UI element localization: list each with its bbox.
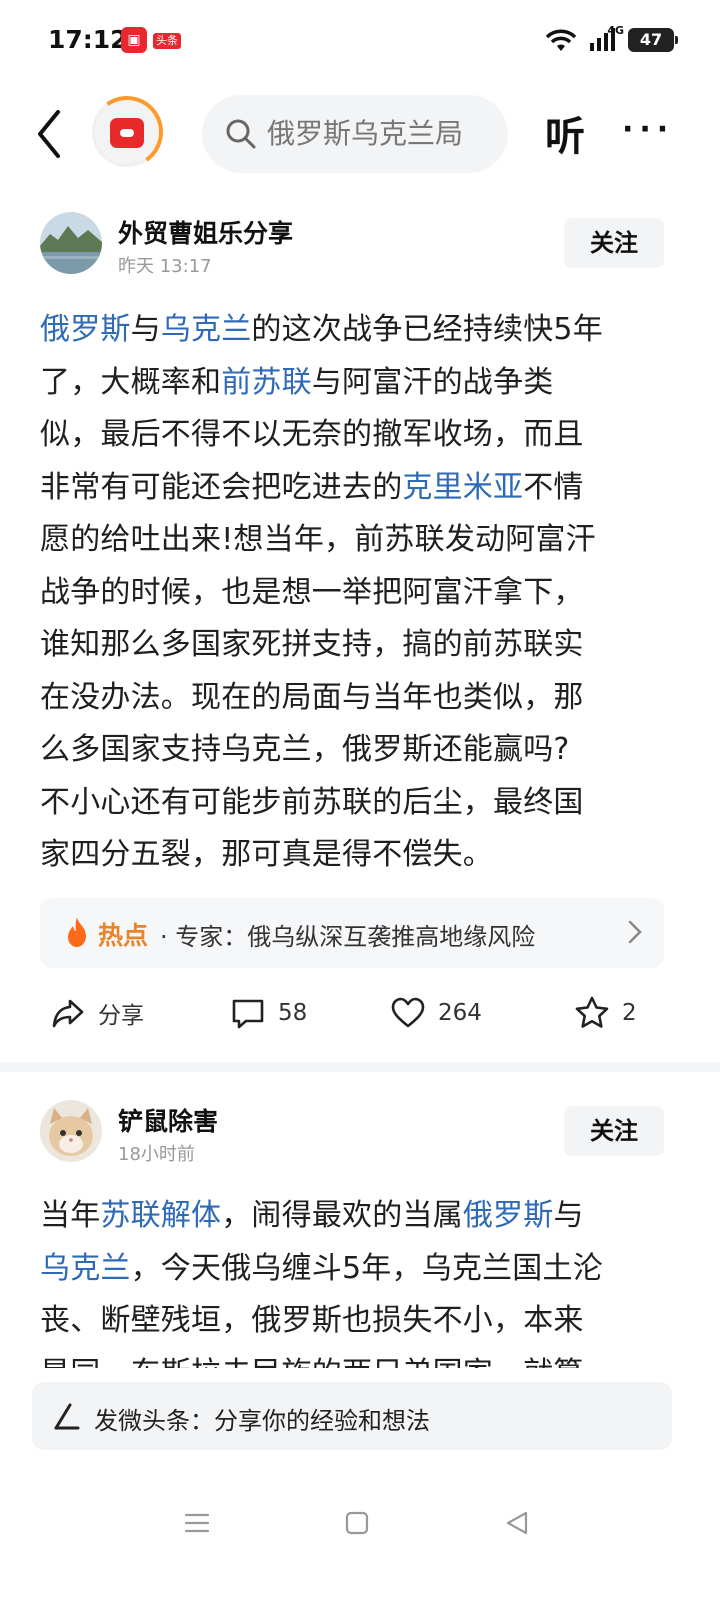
pen-icon — [54, 1403, 80, 1430]
post-text-segment: ，今天俄乌缠斗5年，乌克兰国土沦 — [130, 1250, 603, 1286]
keyword-link[interactable]: 乌克兰 — [40, 1251, 131, 1286]
post-line: 当年苏联解体，闹得最欢的当属俄罗斯与 — [40, 1190, 680, 1243]
post-text-segment: 丧、断壁残垣，俄罗斯也损失不小，本来 — [40, 1303, 584, 1338]
author-name[interactable]: 铲鼠除害 — [118, 1102, 218, 1138]
post-text-segment: ，闹得最欢的当属 — [221, 1198, 463, 1233]
post-body[interactable]: 当年苏联解体，闹得最欢的当属俄罗斯与 乌克兰，今天俄乌缠斗5年，乌克兰国土沦 丧、断… — [40, 1190, 680, 1368]
post-line: 丧、断壁残垣，俄罗斯也损失不小，本来 — [40, 1295, 680, 1348]
post-text-segment: 与 — [553, 1198, 584, 1233]
post-text-segment: 当年 — [40, 1198, 101, 1233]
post-line: 是同一东斯拉夫民族的两兄弟国家，就算 — [40, 1348, 680, 1369]
system-nav-bar — [0, 1494, 720, 1554]
keyword-link[interactable]: 苏联解体 — [100, 1198, 221, 1233]
compose-bar[interactable]: 发微头条：分享你的经验和想法 — [32, 1382, 672, 1450]
home-icon[interactable] — [342, 1508, 372, 1538]
post-card: 铲鼠除害 18小时前 关注 当年苏联解体，闹得最欢的当属俄罗斯与 乌克兰，今天俄乌… — [0, 0, 720, 1380]
avatar[interactable] — [40, 1100, 102, 1162]
post-text-segment: 是同一东斯拉夫民族的两兄弟国家，就算 — [40, 1356, 584, 1369]
post-time: 18小时前 — [118, 1144, 195, 1165]
back-triangle-icon[interactable] — [502, 1508, 532, 1538]
menu-icon[interactable] — [182, 1508, 212, 1538]
follow-button[interactable]: 关注 — [564, 1106, 664, 1156]
keyword-link[interactable]: 俄罗斯 — [463, 1198, 554, 1233]
post-line: 乌克兰，今天俄乌缠斗5年，乌克兰国土沦 — [40, 1243, 680, 1296]
compose-placeholder: 发微头条：分享你的经验和想法 — [94, 1407, 430, 1435]
